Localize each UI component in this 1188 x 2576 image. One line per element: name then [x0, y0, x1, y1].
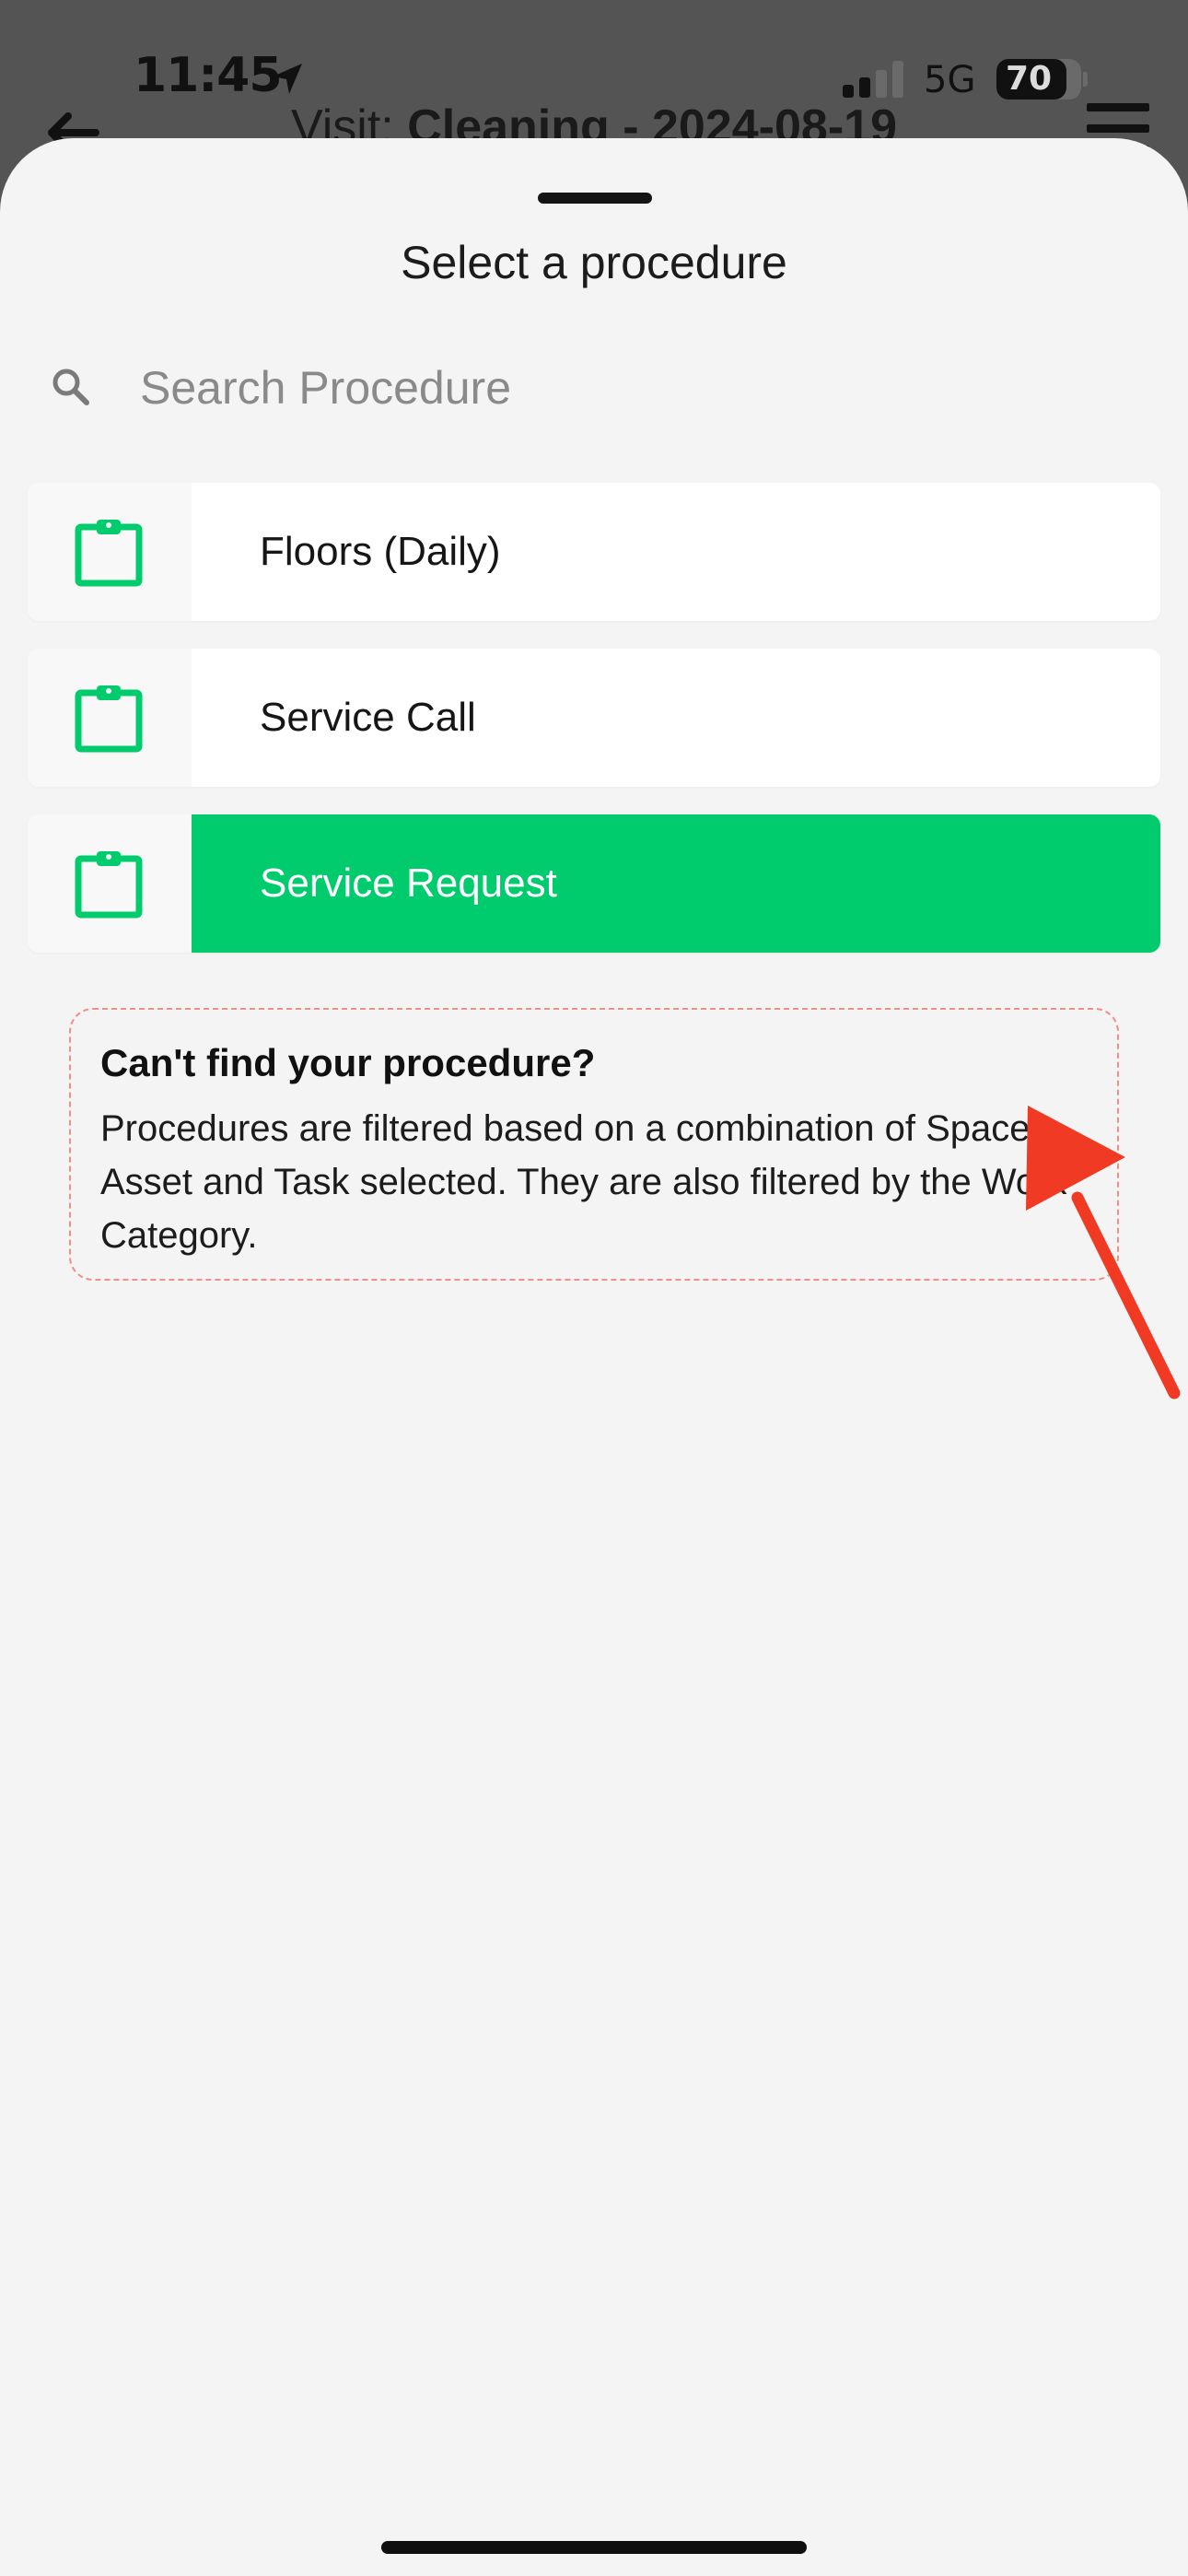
- clipboard-icon: [75, 851, 143, 919]
- search-bar[interactable]: [46, 345, 1142, 430]
- procedure-item-service-call[interactable]: Service Call: [28, 649, 1160, 787]
- search-icon: [52, 369, 89, 405]
- procedure-icon-cell: [28, 649, 192, 787]
- procedure-sheet: Select a procedure Floors (Daily) Ser: [0, 138, 1188, 2576]
- procedure-label: Service Call: [260, 695, 476, 740]
- info-body: Procedures are filtered based on a combi…: [100, 1108, 1067, 1256]
- location-arrow-icon: [273, 64, 302, 94]
- battery-level: 70: [996, 59, 1066, 100]
- procedure-label: Service Request: [260, 861, 557, 906]
- search-input[interactable]: [138, 345, 1136, 430]
- battery-tip: [1083, 72, 1088, 87]
- cellular-signal-icon: [843, 61, 903, 98]
- procedure-label: Floors (Daily): [260, 529, 501, 574]
- procedure-item-service-request[interactable]: Service Request: [28, 814, 1160, 953]
- procedure-icon-cell: [28, 483, 192, 621]
- procedure-icon-cell: [28, 814, 192, 953]
- home-indicator: [381, 2541, 807, 2554]
- clipboard-icon: [75, 685, 143, 753]
- info-title: Can't find your procedure?: [100, 1041, 596, 1084]
- network-type: 5G: [924, 59, 976, 101]
- procedure-item-floors-daily[interactable]: Floors (Daily): [28, 483, 1160, 621]
- sheet-grabber[interactable]: [538, 193, 652, 204]
- clipboard-icon: [75, 520, 143, 587]
- info-notice: Can't find your procedure? Procedures ar…: [69, 1008, 1119, 1281]
- sheet-title: Select a procedure: [401, 237, 787, 288]
- status-time: 11:45: [134, 48, 283, 103]
- annotation-arrow-icon: [1026, 1106, 1181, 1399]
